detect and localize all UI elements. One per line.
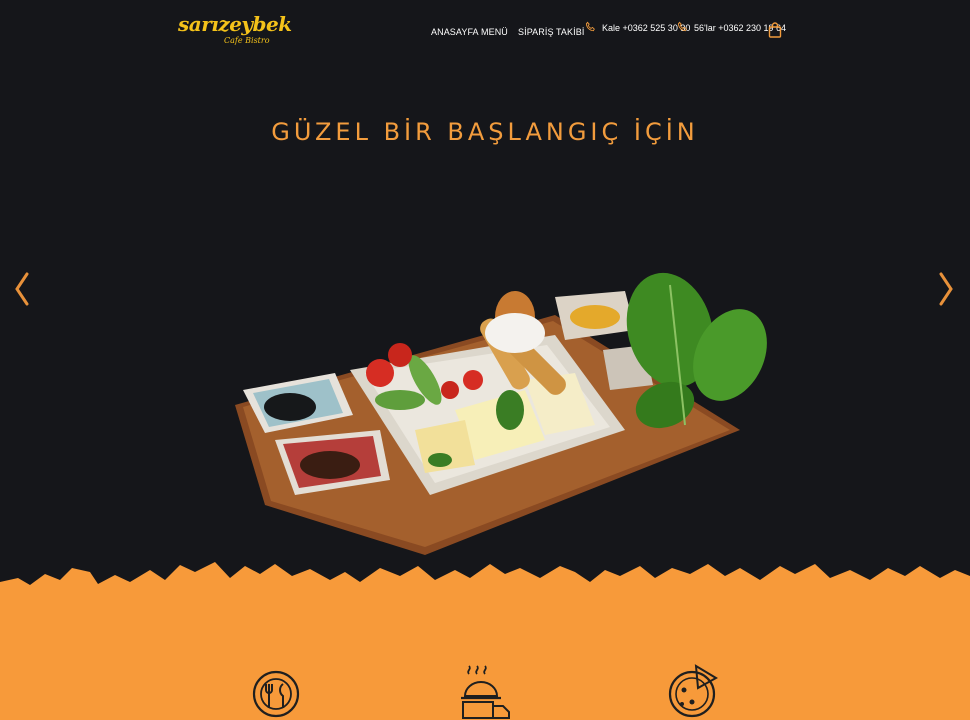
breakfast-plate-image — [235, 272, 767, 555]
delivery-icon — [461, 665, 510, 719]
cutlery-icon — [252, 670, 300, 718]
logo-text: sarızeybek — [178, 12, 292, 36]
phone-link-kale[interactable]: Kale +0362 525 30 30 — [584, 21, 690, 34]
hero-section: sarızeybek Cafe Bistro ANASAYFA MENÜ SİP… — [0, 0, 970, 600]
nav-item-home[interactable]: ANASAYFA — [431, 27, 479, 37]
phone-icon — [677, 21, 687, 32]
hero-headline: GÜZEL BİR BAŞLANGIÇ İÇİN — [271, 118, 699, 146]
logo-subtitle: Cafe Bistro — [224, 36, 270, 45]
nav-item-order-tracking[interactable]: SİPARİŞ TAKİBİ — [518, 27, 584, 37]
phone-icon — [585, 21, 595, 32]
arrow-left-icon[interactable] — [12, 270, 32, 308]
nav-item-menu[interactable]: MENÜ — [481, 27, 508, 37]
arrow-right-icon[interactable] — [936, 270, 956, 308]
logo[interactable]: sarızeybek Cafe Bistro — [178, 12, 292, 52]
cart-icon[interactable] — [768, 22, 782, 38]
pizza-icon — [668, 664, 718, 718]
